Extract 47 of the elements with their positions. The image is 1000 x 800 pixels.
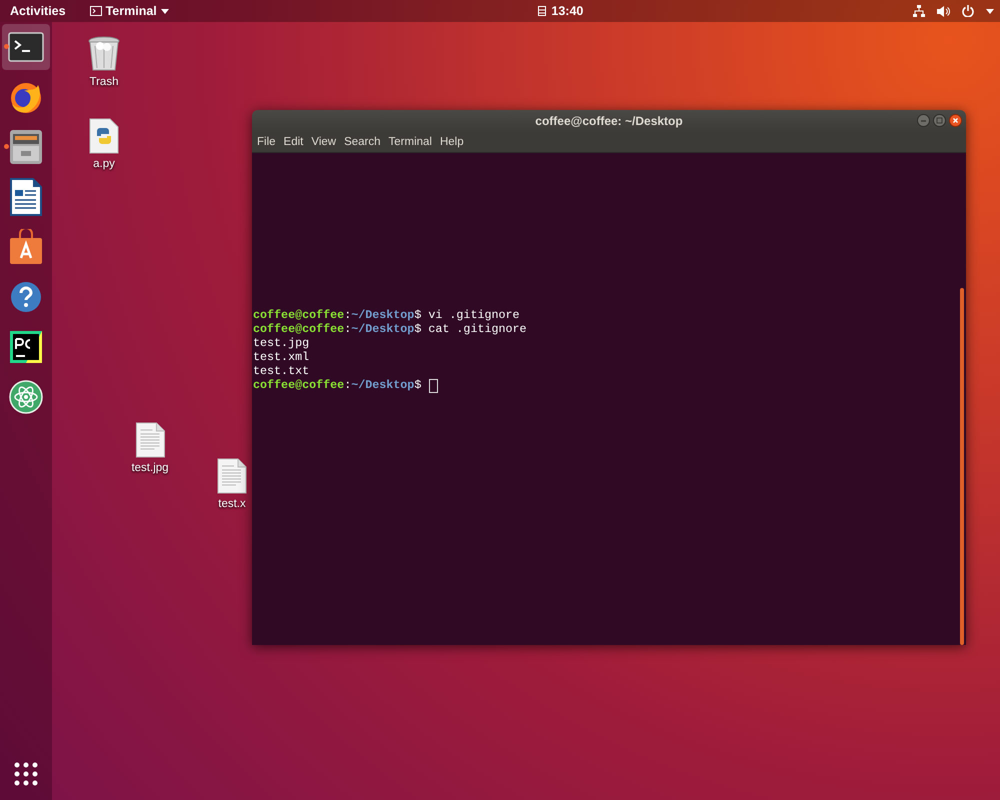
prompt-line: coffee@coffee:~/Desktop$ cat .gitignore xyxy=(253,322,527,336)
menu-item[interactable]: View xyxy=(308,134,340,150)
terminal-icon xyxy=(8,32,44,62)
menu-item[interactable]: File xyxy=(254,134,279,150)
show-applications-icon[interactable] xyxy=(14,762,38,786)
scrollbar[interactable] xyxy=(960,288,964,645)
output-line: test.xml xyxy=(253,350,310,364)
power-icon[interactable] xyxy=(962,5,974,17)
atom-icon xyxy=(9,380,43,414)
app-menu[interactable]: Terminal xyxy=(90,4,169,18)
caret-icon xyxy=(160,8,169,14)
trash-icon xyxy=(88,36,120,72)
dock-item[interactable] xyxy=(2,24,50,70)
volume-icon[interactable] xyxy=(937,6,950,16)
ide-icon xyxy=(10,331,42,363)
output-line: test.jpg xyxy=(253,336,310,350)
python-file-icon xyxy=(89,118,119,154)
document-writer-icon xyxy=(10,178,42,216)
output-line: test.txt xyxy=(253,364,310,378)
file-label: Trash xyxy=(90,76,118,88)
text-document-icon xyxy=(135,422,165,458)
menu-item[interactable]: Help xyxy=(436,134,467,150)
activities-button[interactable]: Activities xyxy=(10,4,66,18)
shopping-bag-icon xyxy=(9,229,43,265)
prompt-line: coffee@coffee:~/Desktop$ vi .gitignore xyxy=(253,308,520,322)
minimize-icon[interactable] xyxy=(917,114,930,127)
menu-item[interactable]: Edit xyxy=(280,134,306,150)
desktop-icon[interactable]: Trash xyxy=(88,36,120,88)
menu-item[interactable]: Search xyxy=(341,134,384,150)
close-icon[interactable] xyxy=(949,114,962,127)
file-label: test.x xyxy=(218,498,246,510)
network-icon[interactable] xyxy=(913,5,925,17)
menu-item[interactable]: Terminal xyxy=(386,134,435,150)
terminal-icon xyxy=(90,6,102,16)
file-label: test.jpg xyxy=(131,462,169,474)
desktop-icon[interactable]: test.jpg xyxy=(131,422,169,474)
desktop-icon[interactable]: a.py xyxy=(89,118,119,170)
window-title: coffee@coffee: ~/Desktop xyxy=(535,114,683,128)
file-label: a.py xyxy=(93,158,115,170)
prompt-line: coffee@coffee:~/Desktop$ xyxy=(253,378,438,393)
text-document-icon xyxy=(217,458,247,494)
clock[interactable]: 13:40 xyxy=(498,4,584,18)
calendar-icon xyxy=(538,6,546,16)
file-cabinet-icon xyxy=(9,129,43,165)
caret-icon[interactable] xyxy=(986,8,994,14)
help-icon xyxy=(10,281,42,313)
desktop-icon[interactable]: test.x xyxy=(217,458,247,510)
